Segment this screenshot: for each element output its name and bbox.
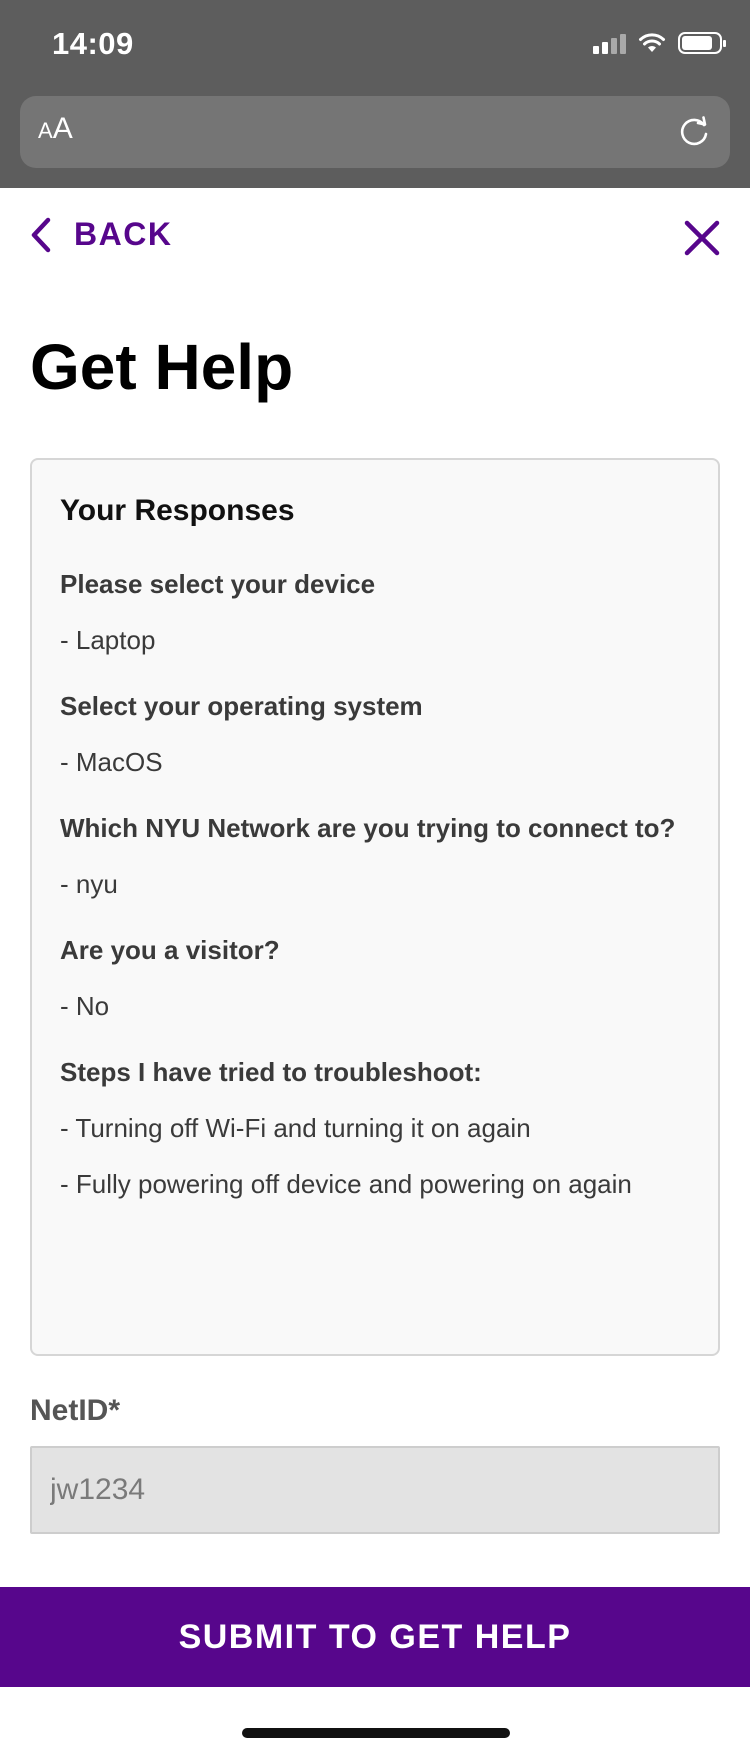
cellular-signal-icon: [593, 32, 626, 54]
response-question: Which NYU Network are you trying to conn…: [60, 813, 676, 843]
response-answer: - MacOS: [60, 747, 163, 777]
response-answer: - Turning off Wi-Fi and turning it on ag…: [60, 1113, 531, 1143]
address-bar[interactable]: AA: [20, 96, 730, 168]
home-indicator: [242, 1728, 510, 1738]
status-time: 14:09: [52, 26, 134, 61]
close-icon[interactable]: [682, 218, 722, 258]
back-button[interactable]: BACK: [30, 216, 172, 253]
status-icons: [593, 32, 726, 54]
response-question: Are you a visitor?: [60, 935, 280, 965]
response-question: Please select your device: [60, 569, 376, 599]
chevron-left-icon: [31, 217, 51, 252]
response-answer: - No: [60, 991, 110, 1021]
battery-icon: [678, 32, 726, 54]
back-label: BACK: [74, 216, 173, 252]
responses-heading: Your Responses: [60, 494, 295, 527]
response-question: Select your operating system: [60, 691, 423, 721]
browser-chrome: 14:09 AA: [0, 0, 750, 188]
responses-card: Your Responses Please select your device…: [30, 458, 720, 1356]
response-answer: - Laptop: [60, 625, 156, 655]
netid-input[interactable]: [30, 1446, 720, 1534]
page-title: Get Help: [30, 331, 294, 403]
reload-icon[interactable]: [674, 112, 714, 152]
submit-button[interactable]: SUBMIT TO GET HELP: [0, 1587, 750, 1687]
wifi-icon: [639, 33, 665, 52]
netid-label: NetID*: [30, 1394, 121, 1427]
response-answer: - nyu: [60, 869, 118, 899]
response-question: Steps I have tried to troubleshoot:: [60, 1057, 482, 1087]
response-answer: - Fully powering off device and powering…: [60, 1169, 632, 1199]
text-size-button[interactable]: AA: [38, 112, 73, 146]
